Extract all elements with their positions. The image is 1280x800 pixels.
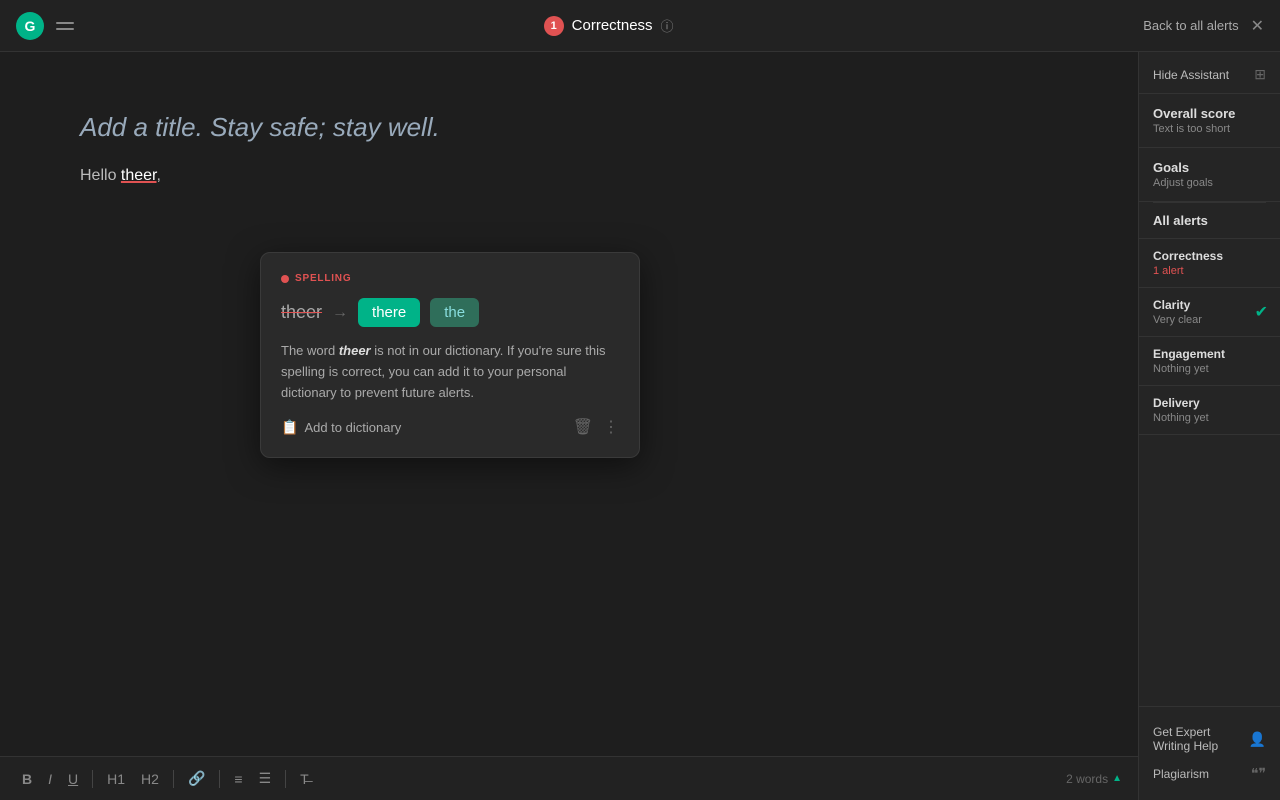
arrow-icon: → — [332, 304, 348, 322]
info-icon[interactable]: ⓘ — [661, 16, 674, 35]
dict-icon: 📋 — [281, 419, 298, 436]
back-all-alerts-link[interactable]: Back to all alerts — [1143, 18, 1238, 33]
goals-section[interactable]: Goals Adjust goals — [1139, 148, 1280, 202]
italic-button[interactable]: I — [42, 767, 58, 791]
sidebar-icon-group: ⊞ — [1254, 66, 1266, 83]
more-options-icon[interactable]: ⋮ — [603, 417, 619, 437]
word-count-arrow[interactable]: ▲ — [1112, 773, 1122, 784]
correctness-item-value: 1 alert — [1153, 265, 1266, 277]
toolbar-divider-4 — [285, 770, 286, 788]
goals-sub: Adjust goals — [1153, 177, 1266, 189]
correctness-item-title: Correctness — [1153, 249, 1266, 263]
spelling-popup: SPELLING theer → there the The word thee… — [260, 252, 640, 458]
topbar-left: G — [16, 12, 74, 40]
spelling-dot — [281, 275, 289, 283]
suggestion-the-button[interactable]: the — [430, 298, 479, 327]
bold-button[interactable]: B — [16, 767, 38, 791]
plagiarism-label: Plagiarism — [1153, 767, 1209, 781]
clear-format-button[interactable]: T̶ — [294, 767, 315, 791]
editor-area[interactable]: Add a title. Stay safe; stay well. Hello… — [0, 52, 1138, 800]
grammarly-logo: G — [16, 12, 44, 40]
overall-score-title: Overall score — [1153, 106, 1266, 121]
sidebar-delivery-item[interactable]: Delivery Nothing yet — [1139, 386, 1280, 435]
correctness-title: Correctness — [572, 17, 653, 34]
hamburger-icon[interactable] — [56, 22, 74, 30]
word-count: 2 words ▲ — [1066, 772, 1122, 786]
sidebar-bottom: Get Expert Writing Help 👤 Plagiarism ❝❞ — [1139, 706, 1280, 800]
overall-score-sub: Text is too short — [1153, 123, 1266, 135]
topbar: G 1 Correctness ⓘ Back to all alerts ✕ — [0, 0, 1280, 52]
toolbar-divider-3 — [219, 770, 220, 788]
sidebar-engagement-item[interactable]: Engagement Nothing yet — [1139, 337, 1280, 386]
sidebar-clarity-item[interactable]: Clarity Very clear ✔ — [1139, 288, 1280, 337]
engagement-item-value: Nothing yet — [1153, 363, 1266, 375]
toolbar-divider-2 — [173, 770, 174, 788]
close-icon[interactable]: ✕ — [1251, 16, 1264, 36]
right-sidebar: Hide Assistant ⊞ Overall score Text is t… — [1138, 52, 1280, 800]
topbar-center: 1 Correctness ⓘ — [544, 16, 674, 36]
clarity-item-value: Very clear — [1153, 314, 1266, 326]
delivery-item-value: Nothing yet — [1153, 412, 1266, 424]
suggestion-row: theer → there the — [281, 298, 619, 327]
hide-assistant-label[interactable]: Hide Assistant — [1153, 68, 1229, 82]
wrong-word: theer — [281, 302, 322, 323]
clarity-check-icon: ✔ — [1255, 302, 1268, 322]
h2-button[interactable]: H2 — [135, 767, 165, 791]
person-icon: 👤 — [1249, 731, 1266, 748]
popup-actions: 🗑 ⋮ — [573, 417, 619, 437]
quote-icon: ❝❞ — [1251, 765, 1266, 782]
toolbar-divider-1 — [92, 770, 93, 788]
sidebar-top: Hide Assistant ⊞ — [1139, 52, 1280, 94]
all-alerts-section: All alerts — [1139, 203, 1280, 239]
all-alerts-title: All alerts — [1153, 213, 1266, 228]
engagement-item-title: Engagement — [1153, 347, 1266, 361]
overall-score-section: Overall score Text is too short — [1139, 94, 1280, 148]
correctness-badge: 1 — [544, 16, 564, 36]
add-to-dictionary[interactable]: 📋 Add to dictionary — [281, 419, 401, 436]
spelling-description: The word theer is not in our dictionary.… — [281, 341, 619, 403]
topbar-right: Back to all alerts ✕ — [1143, 16, 1264, 36]
get-expert-label: Get Expert Writing Help — [1153, 725, 1249, 753]
sidebar-layout-icon[interactable]: ⊞ — [1254, 66, 1266, 83]
goals-title: Goals — [1153, 160, 1266, 175]
clarity-item-title: Clarity — [1153, 298, 1266, 312]
popup-footer: 📋 Add to dictionary 🗑 ⋮ — [281, 417, 619, 437]
misspelled-word[interactable]: theer — [121, 167, 157, 184]
body-prefix: Hello — [80, 167, 121, 184]
h1-button[interactable]: H1 — [101, 767, 131, 791]
trash-icon[interactable]: 🗑 — [573, 417, 593, 437]
delivery-item-title: Delivery — [1153, 396, 1266, 410]
sidebar-correctness-item[interactable]: Correctness 1 alert — [1139, 239, 1280, 288]
plagiarism-item[interactable]: Plagiarism ❝❞ — [1153, 759, 1266, 788]
unordered-list-button[interactable]: ☰ — [253, 766, 278, 791]
link-button[interactable]: 🔗 — [182, 766, 211, 791]
underline-button[interactable]: U — [62, 767, 84, 791]
ordered-list-button[interactable]: ≡ — [228, 767, 248, 791]
body-suffix: , — [157, 167, 161, 184]
sidebar-spacer — [1139, 435, 1280, 706]
main-layout: Add a title. Stay safe; stay well. Hello… — [0, 52, 1280, 800]
get-expert-item[interactable]: Get Expert Writing Help 👤 — [1153, 719, 1266, 759]
doc-title: Add a title. Stay safe; stay well. — [80, 112, 1058, 143]
doc-body: Hello theer, — [80, 163, 1058, 189]
spelling-label: SPELLING — [281, 273, 619, 284]
suggestion-there-button[interactable]: there — [358, 298, 420, 327]
toolbar: B I U H1 H2 🔗 ≡ ☰ T̶ 2 words ▲ — [0, 756, 1138, 800]
